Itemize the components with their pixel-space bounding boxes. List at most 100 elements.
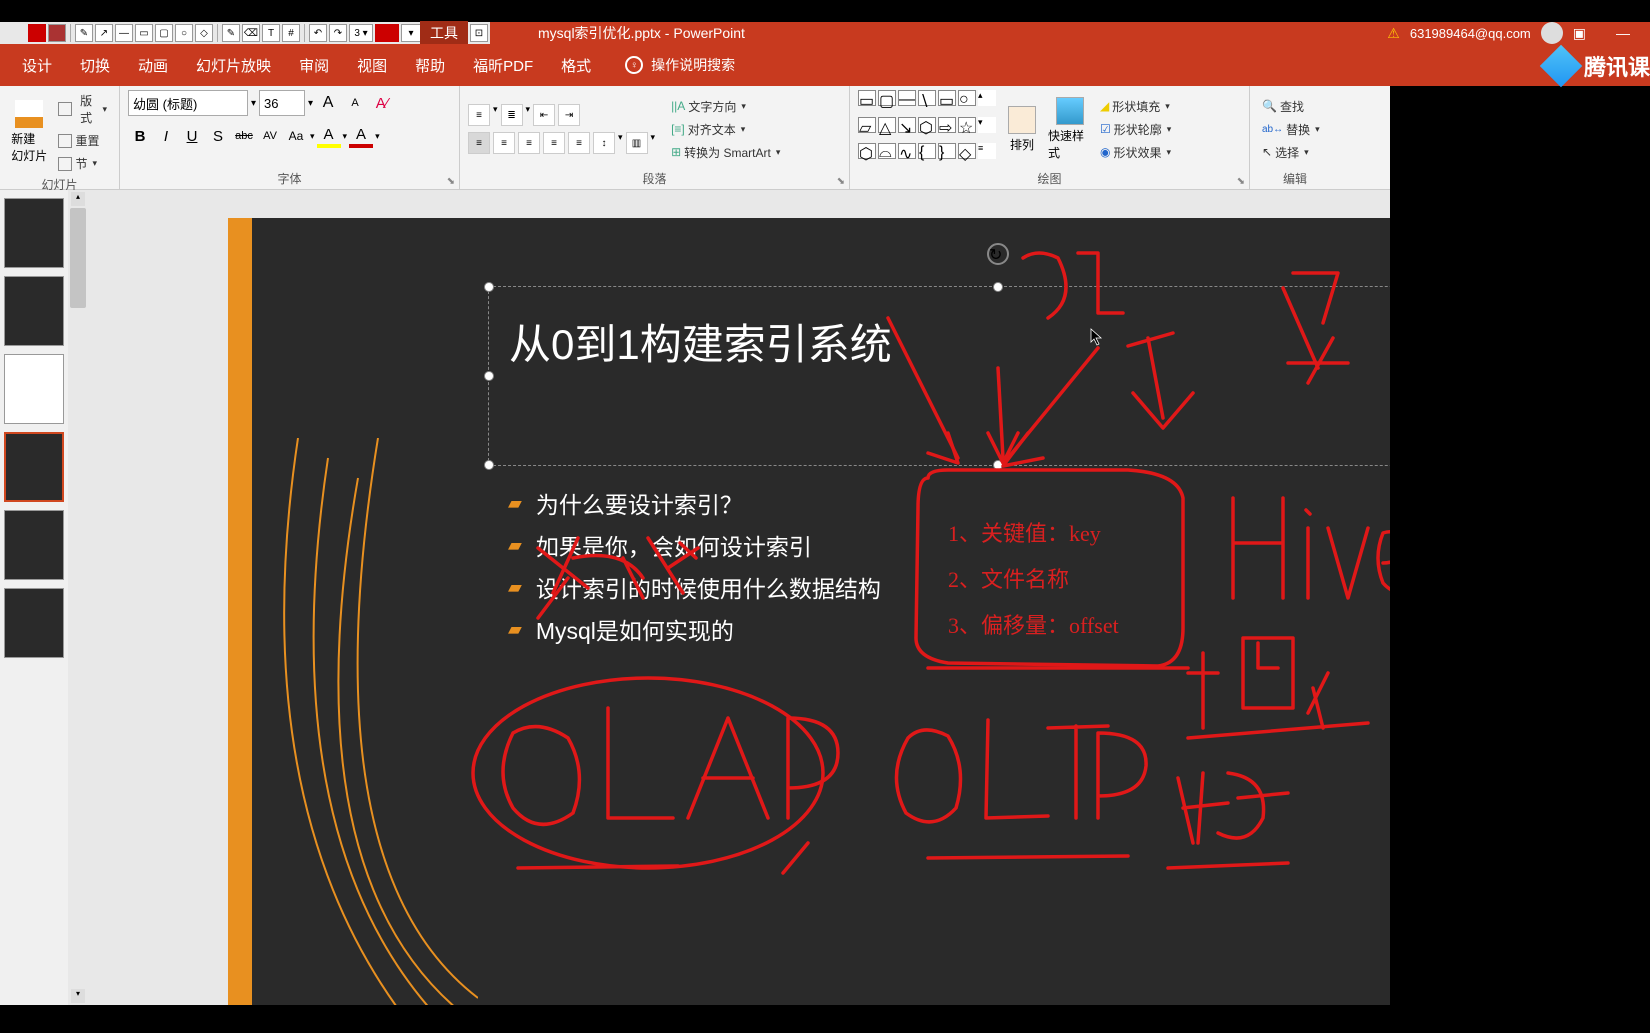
- slide-thumb[interactable]: [4, 198, 64, 268]
- text-direction-button[interactable]: ||A文字方向: [667, 96, 784, 117]
- slide-thumb-active[interactable]: [4, 432, 64, 502]
- scroll-up-icon[interactable]: ▴: [71, 192, 85, 206]
- menu-transitions[interactable]: 切换: [66, 47, 124, 84]
- selection-handle[interactable]: [484, 460, 494, 470]
- find-button[interactable]: 🔍查找: [1258, 96, 1324, 117]
- outdent-button[interactable]: ⇤: [533, 104, 555, 126]
- menu-view[interactable]: 视图: [343, 47, 401, 84]
- qat-icon[interactable]: [28, 24, 46, 42]
- selection-handle[interactable]: [484, 371, 494, 381]
- layout-button[interactable]: 版式: [54, 90, 111, 128]
- quick-styles-button[interactable]: 快速样式: [1048, 90, 1092, 168]
- title-textbox-selected[interactable]: ↻ 从0到1构建索引系统: [488, 286, 1390, 466]
- shape-outline-button[interactable]: ☑形状轮廓: [1096, 119, 1175, 140]
- rotate-handle[interactable]: ↻: [987, 243, 1009, 265]
- bullet-list: ▰为什么要设计索引？ ▰如果是你，会如何设计索引 ▰设计索引的时候使用什么数据结…: [508, 478, 881, 654]
- qat-eraser-icon[interactable]: ⌫: [242, 24, 260, 42]
- qat-size-icon[interactable]: 3 ▾: [349, 24, 373, 42]
- qat-color-icon[interactable]: [375, 24, 399, 42]
- menu-help[interactable]: 帮助: [401, 47, 459, 84]
- slide-thumb[interactable]: [4, 510, 64, 580]
- underline-button[interactable]: U: [180, 124, 204, 148]
- case-button[interactable]: Aa: [284, 124, 308, 148]
- new-slide-button[interactable]: 新建 幻灯片: [8, 90, 50, 174]
- smartart-button[interactable]: ⊞转换为 SmartArt: [667, 142, 784, 163]
- align-right-button[interactable]: ≡: [518, 132, 540, 154]
- qat-highlight-icon[interactable]: ✎: [222, 24, 240, 42]
- menu-slideshow[interactable]: 幻灯片放映: [182, 47, 285, 84]
- replace-button[interactable]: ab↔替换: [1258, 119, 1324, 140]
- dialog-launcher-icon[interactable]: ⬊: [837, 176, 845, 187]
- qat-circle-icon[interactable]: ○: [175, 24, 193, 42]
- indent-button[interactable]: ⇥: [558, 104, 580, 126]
- decrease-font-button[interactable]: A: [343, 91, 367, 115]
- selection-handle[interactable]: [993, 282, 1003, 292]
- reset-button[interactable]: 重置: [54, 130, 111, 151]
- select-button[interactable]: ↖选择: [1258, 142, 1324, 163]
- selection-handle[interactable]: [484, 282, 494, 292]
- qat-undo-icon[interactable]: ↶: [309, 24, 327, 42]
- qat-roundrect-icon[interactable]: ▢: [155, 24, 173, 42]
- bullet-marker-icon: ▰: [508, 577, 522, 598]
- selection-handle[interactable]: [993, 460, 1003, 470]
- qat-diamond-icon[interactable]: ◇: [195, 24, 213, 42]
- italic-button[interactable]: I: [154, 124, 178, 148]
- strike-button[interactable]: abc: [232, 124, 256, 148]
- qat-num-icon[interactable]: #: [282, 24, 300, 42]
- tell-me-search[interactable]: ♀ 操作说明搜索: [625, 55, 735, 75]
- slide-thumb[interactable]: [4, 354, 64, 424]
- align-left-button[interactable]: ≡: [468, 132, 490, 154]
- shadow-button[interactable]: S: [206, 124, 230, 148]
- section-button[interactable]: 节: [54, 153, 111, 174]
- minimize-icon[interactable]: —: [1616, 25, 1630, 41]
- align-text-button[interactable]: [≡]对齐文本: [667, 119, 784, 140]
- menu-review[interactable]: 审阅: [285, 47, 343, 84]
- qat-rect-icon[interactable]: ▭: [135, 24, 153, 42]
- ribbon-options-icon[interactable]: ▣: [1573, 25, 1586, 42]
- qat-icon[interactable]: ⊡: [470, 24, 488, 42]
- font-size-select[interactable]: 36: [259, 90, 305, 116]
- bulb-icon: ♀: [625, 56, 643, 74]
- spacing-button[interactable]: AV: [258, 124, 282, 148]
- line-spacing-button[interactable]: ↕: [593, 132, 615, 154]
- highlight-button[interactable]: A: [317, 124, 341, 148]
- align-center-button[interactable]: ≡: [493, 132, 515, 154]
- increase-font-button[interactable]: A: [316, 91, 340, 115]
- menu-design[interactable]: 设计: [8, 47, 66, 84]
- scroll-thumb[interactable]: [70, 208, 86, 308]
- thumb-scrollbar[interactable]: ▴ ▾: [68, 190, 88, 1005]
- bullets-button[interactable]: ≡: [468, 104, 490, 126]
- font-name-select[interactable]: 幼圆 (标题): [128, 90, 248, 116]
- distribute-button[interactable]: ≡: [568, 132, 590, 154]
- avatar[interactable]: [1541, 22, 1563, 44]
- clear-format-button[interactable]: A⁄: [370, 91, 394, 115]
- menu-format[interactable]: 格式: [547, 47, 605, 84]
- user-email[interactable]: 631989464@qq.com: [1410, 26, 1531, 41]
- qat-redo-icon[interactable]: ↷: [329, 24, 347, 42]
- menu-animation[interactable]: 动画: [124, 47, 182, 84]
- font-color-button[interactable]: A: [349, 124, 373, 148]
- slide-thumb[interactable]: [4, 276, 64, 346]
- qat-fill-icon[interactable]: ▾: [401, 24, 421, 42]
- qat-pen-icon[interactable]: ✎: [75, 24, 93, 42]
- slide-thumb[interactable]: [4, 588, 64, 658]
- shapes-gallery[interactable]: ▭▢—∖▭○▴ ▱△↘⬡⇨☆▾ ⬡⌓∿{}◇≡: [858, 90, 996, 168]
- dialog-launcher-icon[interactable]: ⬊: [1237, 176, 1245, 187]
- ribbon: 新建 幻灯片 版式 重置 节 幻灯片 幼圆 (标题) ▾ 36 ▾ A A A⁄…: [0, 86, 1390, 190]
- menu-foxit[interactable]: 福昕PDF: [459, 47, 547, 84]
- scroll-down-icon[interactable]: ▾: [71, 989, 85, 1003]
- qat-icon[interactable]: ↗: [95, 24, 113, 42]
- qat-text-icon[interactable]: T: [262, 24, 280, 42]
- shape-effects-button[interactable]: ◉形状效果: [1096, 142, 1175, 163]
- columns-button[interactable]: ▥: [626, 132, 648, 154]
- slide-title-text[interactable]: 从0到1构建索引系统: [489, 287, 1390, 396]
- justify-button[interactable]: ≡: [543, 132, 565, 154]
- qat-icon[interactable]: [48, 24, 66, 42]
- slide-canvas[interactable]: ↻ 从0到1构建索引系统 ▰为什么要设计索引？ ▰如果是你，会如何设计索引 ▰设…: [228, 218, 1390, 1005]
- bold-button[interactable]: B: [128, 124, 152, 148]
- shape-fill-button[interactable]: ◢形状填充: [1096, 96, 1175, 117]
- arrange-button[interactable]: 排列: [1000, 90, 1044, 168]
- dialog-launcher-icon[interactable]: ⬊: [447, 176, 455, 187]
- qat-line-icon[interactable]: —: [115, 24, 133, 42]
- numbering-button[interactable]: ≣: [501, 104, 523, 126]
